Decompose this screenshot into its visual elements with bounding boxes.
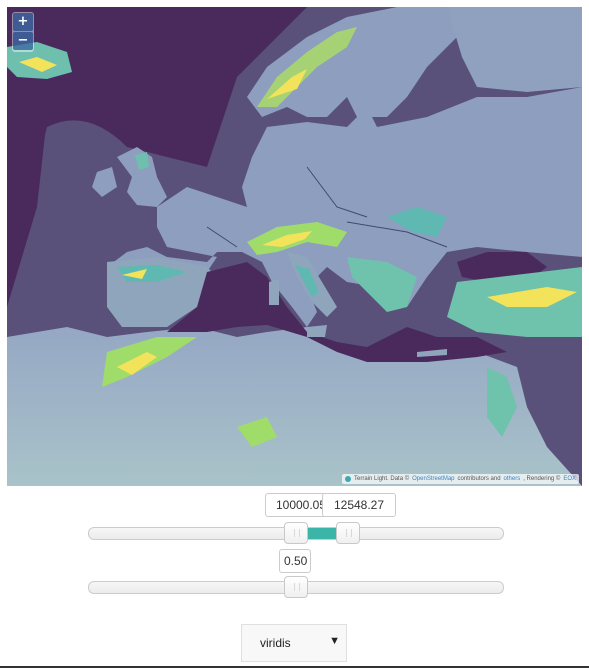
range-max-value: 12548.27 — [322, 493, 396, 517]
opacity-slider[interactable] — [88, 576, 504, 598]
zoom-in-button[interactable]: + — [13, 13, 33, 31]
opacity-value: 0.50 — [279, 549, 311, 573]
map-attribution: Terrain Light. Data © OpenStreetMap cont… — [342, 474, 579, 484]
others-link[interactable]: others — [504, 476, 521, 482]
range-max-handle[interactable] — [336, 522, 360, 544]
colormap-selected: viridis — [260, 636, 291, 650]
map-view[interactable]: + − Terrain Light. Data © OpenStreetMap … — [7, 7, 582, 486]
terrain-map-graphic — [7, 7, 582, 486]
osm-link[interactable]: OpenStreetMap — [412, 476, 454, 482]
elevation-range-slider[interactable] — [88, 522, 504, 544]
opacity-handle[interactable] — [284, 576, 308, 598]
info-icon[interactable] — [345, 476, 352, 482]
colormap-select[interactable]: viridis ▼ — [241, 624, 347, 662]
attribution-middle: contributors and — [457, 476, 501, 482]
zoom-control: + − — [12, 12, 34, 52]
range-min-handle[interactable] — [284, 522, 308, 544]
eox-link[interactable]: EOX — [563, 476, 576, 482]
chevron-down-icon: ▼ — [329, 635, 340, 647]
attribution-prefix: Terrain Light. Data © — [354, 476, 410, 482]
attribution-suffix: , Rendering © — [523, 476, 561, 482]
zoom-out-button[interactable]: − — [13, 32, 33, 50]
